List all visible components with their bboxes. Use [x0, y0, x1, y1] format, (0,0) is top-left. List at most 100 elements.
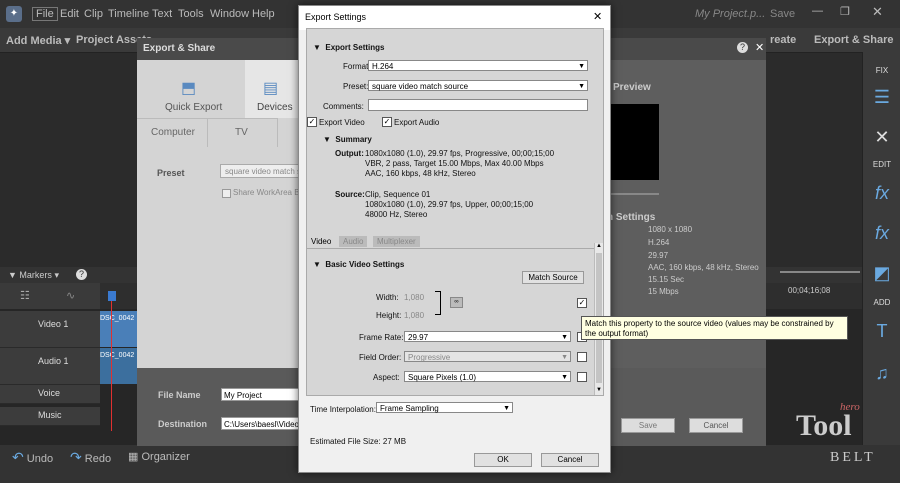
basic-video-section[interactable]: ▼ Basic Video Settings — [313, 260, 404, 269]
computer-subtab[interactable]: Computer — [137, 118, 208, 147]
scroll-up-icon[interactable]: ▲ — [596, 243, 602, 249]
playhead-marker[interactable] — [108, 291, 116, 301]
menu-timeline[interactable]: Timeline — [108, 8, 149, 20]
settings-value-fps: 29.97 — [648, 251, 669, 260]
audio-waveform-icon[interactable]: ∿ — [66, 289, 75, 302]
time-interp-select[interactable]: Frame Sampling ▼ — [376, 402, 513, 413]
project-title: My Project.p... — [695, 8, 766, 20]
output-line-3: AAC, 160 kbps, 48 kHz, Stereo — [365, 169, 476, 178]
source-line-2: 1080x1080 (1.0), 29.97 fps, Upper, 00;00… — [365, 200, 534, 209]
help-icon[interactable]: ? — [76, 269, 87, 280]
cancel-dialog-button[interactable]: Cancel — [541, 453, 599, 467]
ok-button[interactable]: OK — [474, 453, 532, 467]
settings-value-resolution: 1080 x 1080 — [648, 225, 693, 234]
restore-icon[interactable]: ❐ — [840, 5, 850, 18]
tab-multiplexer[interactable]: Multiplexer — [373, 236, 420, 247]
match-size-checkbox[interactable]: ✓ — [577, 298, 587, 308]
menu-edit[interactable]: Edit — [60, 8, 79, 20]
export-audio-checkbox[interactable]: ✓ — [382, 117, 392, 127]
undo-button[interactable]: ↶ Undo — [12, 449, 53, 466]
menu-tools[interactable]: Tools — [178, 8, 204, 20]
menu-file[interactable]: File — [32, 7, 58, 21]
edit-label: EDIT — [872, 160, 892, 169]
video-clip[interactable]: DSC_0042 — [100, 311, 137, 347]
field-order-checkbox[interactable] — [577, 352, 587, 362]
comments-input[interactable] — [368, 99, 588, 111]
export-settings-section[interactable]: ▼ Export Settings — [313, 43, 385, 52]
share-workarea-checkbox[interactable] — [222, 189, 231, 198]
preset-field[interactable]: square video match so — [220, 164, 300, 178]
cancel-button[interactable]: Cancel — [689, 418, 743, 433]
menu-clip[interactable]: Clip — [84, 8, 103, 20]
track-settings-icon[interactable]: ☷ — [20, 289, 30, 302]
markers-dropdown[interactable]: ▼ Markers ▾ — [8, 270, 59, 281]
devices-tab[interactable]: ▤ Devices — [245, 60, 300, 118]
music-icon[interactable]: ♫ — [871, 362, 893, 384]
scroll-down-icon[interactable]: ▼ — [596, 387, 602, 393]
file-name-input[interactable]: My Project — [221, 388, 299, 401]
settings-scroll-area[interactable]: ▼ Export Settings Format: H.264 ▼ Preset:… — [306, 28, 604, 396]
organizer-button[interactable]: ▦ Organizer — [128, 450, 190, 463]
format-select[interactable]: H.264 ▼ — [368, 60, 588, 71]
panel-close-icon[interactable]: ✕ — [755, 41, 764, 54]
chevron-down-icon: ▼ — [561, 374, 568, 381]
aspect-checkbox[interactable] — [577, 372, 587, 382]
minimize-icon[interactable]: — — [812, 5, 823, 17]
output-line-2: VBR, 2 pass, Target 15.00 Mbps, Max 40.0… — [365, 159, 544, 168]
source-label: Source: — [335, 190, 365, 199]
width-value[interactable]: 1,080 — [404, 293, 424, 302]
track-video-1[interactable]: Video 1 — [0, 311, 100, 348]
preview-area — [603, 104, 659, 180]
preset-select[interactable]: square video match source ▼ — [368, 80, 588, 91]
tab-audio[interactable]: Audio — [339, 236, 368, 247]
tab-video[interactable]: Video — [307, 236, 336, 247]
track-audio-1[interactable]: Audio 1 — [0, 348, 100, 385]
zoom-slider[interactable] — [780, 271, 860, 273]
menu-window[interactable]: Window — [210, 8, 249, 20]
tools-icon[interactable]: ✕ — [871, 126, 893, 148]
height-value[interactable]: 1,080 — [404, 311, 424, 320]
frame-rate-select[interactable]: 29.97 ▼ — [404, 331, 571, 342]
fx-icon[interactable]: fx — [871, 222, 893, 244]
preview-scrubber[interactable] — [603, 193, 659, 195]
redo-button[interactable]: ↷ Redo — [70, 449, 111, 466]
output-line-1: 1080x1080 (1.0), 29.97 fps, Progressive,… — [365, 149, 555, 158]
close-window-icon[interactable]: ✕ — [872, 4, 883, 20]
fx-applied-icon[interactable]: fx — [871, 182, 893, 204]
track-music[interactable]: Music — [0, 407, 100, 426]
adjust-icon[interactable]: ☰ — [871, 86, 893, 108]
title-icon[interactable]: T — [871, 320, 893, 342]
frame-rate-label: Frame Rate: — [359, 333, 404, 342]
chevron-down-icon: ▼ — [578, 83, 585, 90]
app-logo-icon: ✦ — [6, 6, 22, 22]
redo-icon: ↷ — [70, 449, 82, 465]
aspect-select[interactable]: Square Pixels (1.0) ▼ — [404, 371, 571, 382]
timeline-tools: ☷ ∿ — [0, 283, 100, 309]
time-interp-label: Time Interpolation: — [310, 405, 376, 414]
watermark-tool: Tool — [796, 409, 852, 442]
summary-section[interactable]: ▼ Summary — [323, 135, 372, 144]
add-media-button[interactable]: Add Media ▾ — [6, 34, 70, 47]
organizer-icon: ▦ — [128, 451, 139, 463]
match-source-button[interactable]: Match Source — [522, 271, 584, 284]
tv-subtab[interactable]: TV — [207, 118, 278, 147]
chevron-down-icon: ▼ — [561, 334, 568, 341]
dialog-close-icon[interactable]: ✕ — [593, 10, 602, 23]
audio-clip[interactable]: DSC_0042 — [100, 348, 137, 384]
menu-text[interactable]: Text — [152, 8, 172, 20]
quick-export-tab[interactable]: ⬒ Quick Export — [137, 60, 245, 118]
export-share-button[interactable]: Export & Share — [814, 34, 893, 46]
track-voice[interactable]: Voice — [0, 385, 100, 404]
export-audio-label: Export Audio — [394, 118, 440, 127]
panel-help-icon[interactable]: ? — [737, 42, 748, 53]
color-icon[interactable]: ◩ — [871, 262, 893, 284]
share-workarea-label: Share WorkArea Ba — [233, 188, 304, 197]
destination-input[interactable]: C:\Users\baesl\Videos — [221, 417, 299, 430]
menu-help[interactable]: Help — [252, 8, 275, 20]
save-link[interactable]: Save — [770, 8, 795, 20]
save-button[interactable]: Save — [621, 418, 675, 433]
export-video-checkbox[interactable]: ✓ — [307, 117, 317, 127]
create-button[interactable]: reate — [770, 34, 796, 46]
field-order-select[interactable]: Progressive ▼ — [404, 351, 571, 362]
chain-link-icon[interactable]: ∞ — [450, 297, 463, 308]
